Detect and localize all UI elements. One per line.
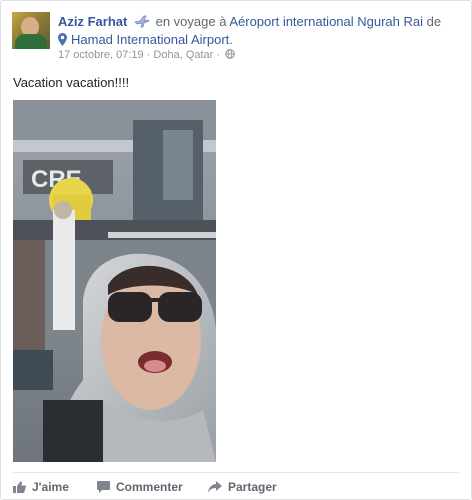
activity-text: en voyage à	[155, 14, 227, 29]
author-name-link[interactable]: Aziz Farhat	[58, 14, 127, 29]
globe-icon[interactable]	[225, 49, 235, 59]
destination-link[interactable]: Aéroport international Ngurah Rai	[229, 14, 423, 29]
avatar-body	[15, 34, 47, 49]
origin-suffix: .	[229, 32, 233, 47]
meta-separator-2: ·	[216, 49, 221, 61]
post-header: Aziz Farhat en voyage à Aéroport interna…	[58, 13, 468, 49]
selfie-photo-illustration: CRE	[13, 100, 216, 462]
post-body-text: Vacation vacation!!!!	[13, 75, 130, 90]
like-button[interactable]: J'aime	[13, 480, 69, 494]
post-timestamp[interactable]: 17 octobre, 07:19	[58, 49, 144, 61]
thumbs-up-icon	[13, 481, 26, 493]
comment-label: Commenter	[116, 480, 183, 494]
post-photo[interactable]: CRE	[13, 100, 216, 462]
post-actions-bar: J'aime Commenter Partager	[13, 477, 459, 499]
from-text: de	[426, 14, 442, 29]
post-card: Aziz Farhat en voyage à Aéroport interna…	[0, 0, 472, 500]
share-label: Partager	[228, 480, 277, 494]
map-pin-icon	[58, 33, 67, 46]
share-button[interactable]: Partager	[208, 480, 277, 494]
airplane-icon	[134, 15, 150, 28]
post-location[interactable]: Doha, Qatar	[153, 49, 213, 61]
post-meta: 17 octobre, 07:19 · Doha, Qatar ·	[58, 48, 235, 62]
origin-link[interactable]: Hamad International Airport	[71, 32, 229, 47]
comment-button[interactable]: Commenter	[97, 480, 183, 494]
author-avatar[interactable]	[12, 12, 50, 49]
speech-bubble-icon	[97, 481, 110, 493]
like-label: J'aime	[32, 480, 69, 494]
share-arrow-icon	[208, 481, 222, 493]
actions-divider	[13, 472, 459, 473]
meta-separator: ·	[146, 49, 151, 61]
